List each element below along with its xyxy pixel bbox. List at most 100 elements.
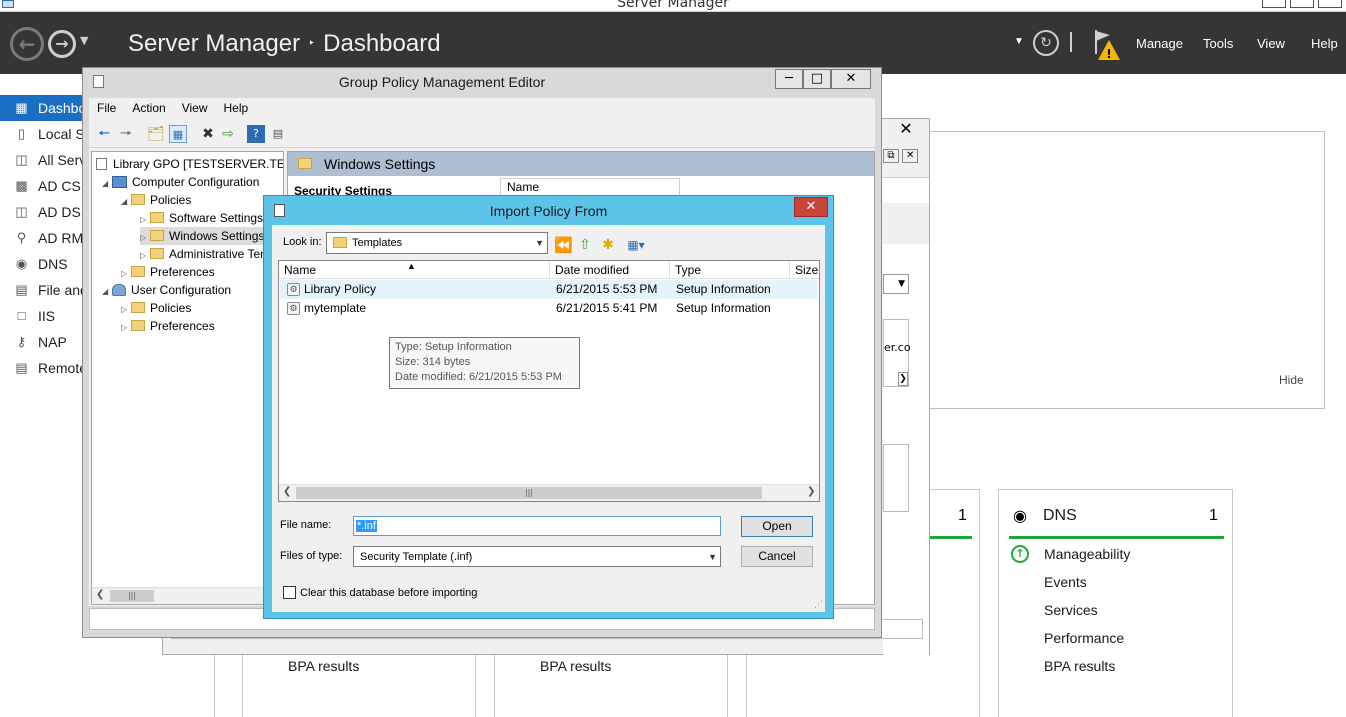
tree-item-windows-settings[interactable]: ▷ Windows Settings <box>140 227 265 245</box>
file-list-horizontal-scrollbar[interactable]: ❮ ||| ❯ <box>279 484 819 501</box>
sidebar-item-nap[interactable]: ⚷ NAP <box>0 329 82 355</box>
dns-tile[interactable]: ◉ DNS 1 ↑ Manageability Events Services … <box>998 489 1233 717</box>
collapse-icon[interactable]: ◢ <box>102 283 112 301</box>
background-window-close-icon[interactable]: ✕ <box>883 119 929 139</box>
tree-item-preferences[interactable]: ▷ Preferences <box>121 263 215 281</box>
menu-view[interactable]: View <box>174 98 216 118</box>
column-name[interactable]: Name ▲ <box>279 261 550 279</box>
gpme-maximize-button[interactable]: □ <box>803 69 831 89</box>
dns-events-link[interactable]: Events <box>1044 574 1087 590</box>
sidebar-item-ad-rms[interactable]: ⚲AD RMS <box>0 225 82 251</box>
file-row[interactable]: ⚙ mytemplate 6/21/2015 5:41 PM Setup Inf… <box>280 299 818 318</box>
scroll-thumb[interactable]: ||| <box>110 590 154 602</box>
new-folder-icon[interactable]: ✱ <box>599 236 617 254</box>
refresh-dropdown-icon[interactable]: ▼ <box>1014 36 1024 47</box>
menu-file[interactable]: File <box>89 98 124 118</box>
sub-close-icon[interactable]: ✕ <box>902 149 919 163</box>
tree-item-user-configuration[interactable]: ◢ User Configuration <box>102 281 231 299</box>
restore-icon[interactable]: ⧉ <box>883 149 899 163</box>
chevron-down-icon[interactable]: ▼ <box>708 547 717 567</box>
scroll-thumb[interactable]: ||| <box>296 487 762 499</box>
sidebar-item-all-servers[interactable]: ◫All Servers <box>0 147 82 173</box>
dns-performance-link[interactable]: Performance <box>1044 630 1124 646</box>
welcome-panel <box>910 131 1325 409</box>
back-icon[interactable]: ⏪ <box>554 236 573 254</box>
column-type[interactable]: Type <box>670 261 790 279</box>
view-menu[interactable]: View <box>1257 36 1285 51</box>
scroll-left-icon[interactable]: ❮ <box>96 589 104 600</box>
help-menu[interactable]: Help <box>1311 36 1338 51</box>
forward-arrow-icon[interactable]: → <box>48 30 76 58</box>
look-in-combo[interactable]: Templates ▼ <box>326 232 548 254</box>
export-list-icon[interactable]: ⇨ <box>219 125 237 143</box>
column-size[interactable]: Size <box>790 261 819 279</box>
files-of-type-select[interactable]: Security Template (.inf) ▼ <box>353 546 721 567</box>
expand-icon[interactable]: ▷ <box>121 319 131 337</box>
sidebar-item-remote-access[interactable]: ▤Remote Access <box>0 355 82 381</box>
menu-help[interactable]: Help <box>216 98 257 118</box>
tree-item-user-policies[interactable]: ▷ Policies <box>121 299 191 317</box>
tree-item-computer-configuration[interactable]: ◢ Computer Configuration <box>102 173 259 191</box>
resize-grip-icon[interactable]: ⋰ <box>814 600 823 610</box>
sidebar-item-iis[interactable]: □ IIS <box>0 303 82 329</box>
chevron-down-icon[interactable]: ▼ <box>535 233 544 253</box>
clear-database-checkbox[interactable] <box>283 586 296 599</box>
refresh-icon[interactable]: ↻ <box>1033 30 1059 56</box>
properties-icon[interactable]: ▤ <box>269 125 287 143</box>
details-name-column[interactable]: Name <box>500 178 680 196</box>
bpa-results-link-1[interactable]: BPA results <box>288 658 359 674</box>
show-hide-tree-icon[interactable]: ▦ <box>169 125 187 143</box>
menu-action[interactable]: Action <box>124 98 173 118</box>
clear-database-label[interactable]: Clear this database before importing <box>300 587 477 599</box>
column-date-modified[interactable]: Date modified <box>550 261 670 279</box>
file-row[interactable]: ⚙ Library Policy 6/21/2015 5:53 PM Setup… <box>280 280 818 299</box>
file-name-input[interactable]: *.inf <box>353 516 721 536</box>
view-menu-icon[interactable]: ▦▾ <box>622 236 650 254</box>
dns-manageability-link[interactable]: Manageability <box>1044 546 1130 562</box>
sidebar-item-dashboard[interactable]: ▦Dashboard <box>0 95 82 121</box>
cancel-button[interactable]: Cancel <box>741 546 813 567</box>
maximize-button[interactable] <box>1290 0 1314 8</box>
up-one-level-icon[interactable]: ⇧ <box>576 236 594 254</box>
notifications-flag-icon[interactable]: ! <box>1092 28 1122 62</box>
collapse-icon[interactable]: ◢ <box>121 193 131 211</box>
header-separator <box>1070 32 1072 52</box>
dns-bpa-results-link[interactable]: BPA results <box>1044 658 1115 674</box>
close-button[interactable] <box>1318 0 1342 8</box>
sidebar-item-ad-ds[interactable]: ◫ AD DS <box>0 199 82 225</box>
help-icon[interactable]: ? <box>247 125 265 143</box>
up-folder-icon[interactable]: 🗂 <box>147 125 165 143</box>
tree-horizontal-scrollbar[interactable]: ❮ ||| <box>92 587 283 604</box>
gpme-close-button[interactable]: ✕ <box>831 69 871 89</box>
tree-item-library-gpo[interactable]: Library GPO [TESTSERVER.TESTSERVER.CO <box>96 155 283 173</box>
dialog-close-button[interactable]: ✕ <box>794 197 828 217</box>
back-icon[interactable]: 🠔 <box>95 125 113 143</box>
hide-welcome-link[interactable]: Hide <box>1279 373 1304 387</box>
tools-menu[interactable]: Tools <box>1203 36 1233 51</box>
file-name: mytemplate <box>304 301 367 315</box>
tree-item-software-settings[interactable]: ▷ Software Settings <box>140 209 263 227</box>
scroll-right-icon[interactable]: ❯ <box>898 372 908 386</box>
dns-services-link[interactable]: Services <box>1044 602 1098 618</box>
back-arrow-icon[interactable]: ← <box>10 27 44 61</box>
open-button[interactable]: Open <box>741 516 813 537</box>
ad-ds-icon: ◫ <box>15 204 28 219</box>
forward-icon[interactable]: 🠖 <box>117 125 135 143</box>
background-window-combo[interactable]: ▼ <box>883 274 909 294</box>
tree-item-policies[interactable]: ◢ Policies <box>121 191 191 209</box>
minimize-button[interactable] <box>1262 0 1286 8</box>
tree-item-user-preferences[interactable]: ▷ Preferences <box>121 317 215 335</box>
file-storage-icon: ▤ <box>15 282 28 297</box>
scroll-left-icon[interactable]: ❮ <box>283 486 291 497</box>
bpa-results-link-2[interactable]: BPA results <box>540 658 611 674</box>
collapse-icon[interactable]: ◢ <box>102 175 112 193</box>
history-dropdown-icon[interactable]: ▼ <box>80 34 88 47</box>
sidebar-item-ad-cs[interactable]: ▩ AD CS <box>0 173 82 199</box>
sidebar-item-local-server[interactable]: ▯Local Server <box>0 121 82 147</box>
manage-menu[interactable]: Manage <box>1136 36 1183 51</box>
scroll-right-icon[interactable]: ❯ <box>807 486 815 497</box>
gpme-minimize-button[interactable]: ─ <box>775 69 803 89</box>
delete-icon[interactable]: ✖ <box>199 125 217 143</box>
sidebar-item-dns[interactable]: ◉ DNS <box>0 251 82 277</box>
sidebar-item-file-storage[interactable]: ▤File and Storage Services <box>0 277 82 303</box>
